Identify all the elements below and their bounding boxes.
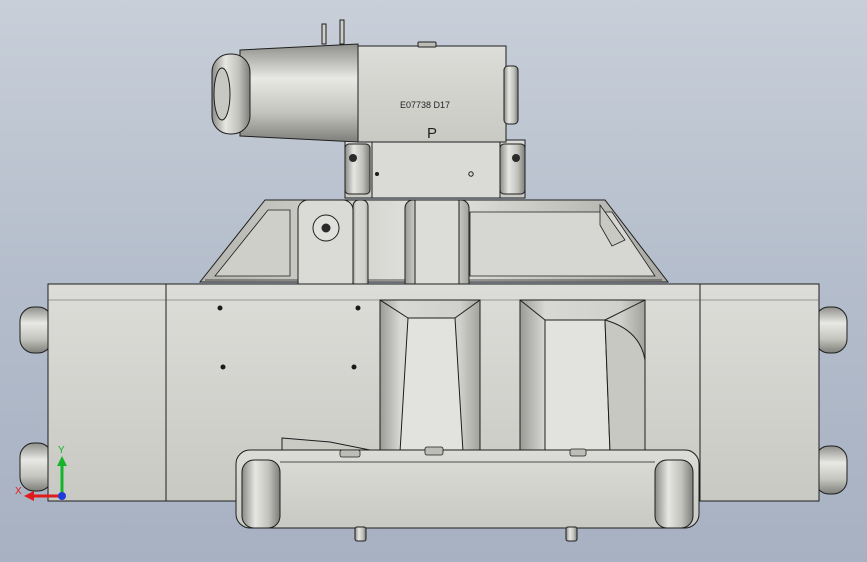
locating-pin-right <box>565 526 578 542</box>
locating-pin-left <box>354 526 367 542</box>
left-port-bosses <box>19 306 53 492</box>
port-letter-label: P <box>427 125 437 142</box>
pilot-adapter <box>344 139 526 199</box>
right-port-bosses <box>814 306 848 495</box>
y-axis-label: Y <box>58 445 65 456</box>
bottom-subplate <box>235 437 700 542</box>
part-number-label: E07738 D17 <box>400 100 450 110</box>
solenoid-valve: E07738 D17 P <box>211 19 519 143</box>
x-axis-label: X <box>15 486 22 497</box>
z-axis-dot <box>58 492 66 500</box>
valve-model[interactable]: E07738 D17 P <box>19 19 848 542</box>
3d-viewport[interactable]: E07738 D17 P Y X <box>0 0 867 562</box>
pocket-left <box>379 299 481 453</box>
pocket-right <box>519 299 646 453</box>
